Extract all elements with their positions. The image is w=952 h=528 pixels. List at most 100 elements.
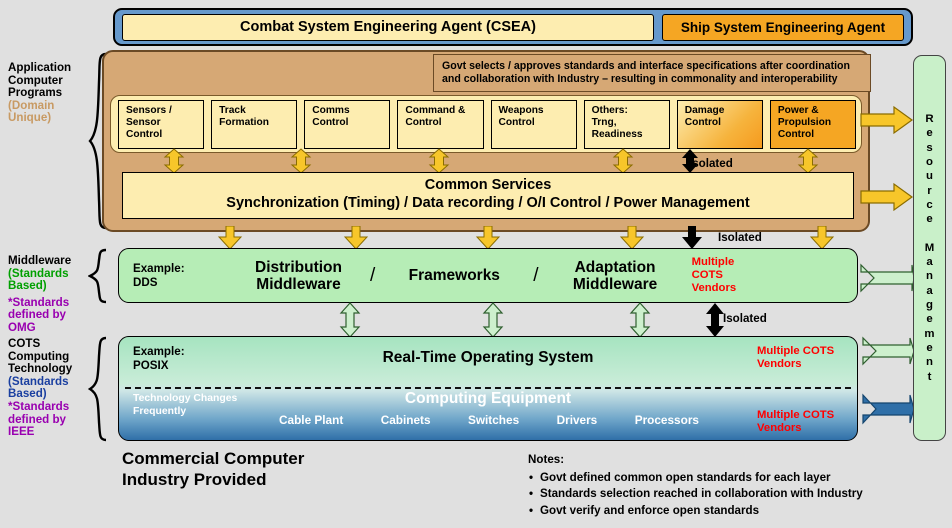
- app-label-note2: Unique): [8, 111, 52, 125]
- middleware-separator-2: /: [533, 264, 539, 286]
- app-to-services-arrows: [118, 148, 856, 174]
- middleware-layer-panel: Example: DDS Distribution Middleware / F…: [118, 248, 858, 303]
- adaptation-middleware: Adaptation Middleware: [543, 259, 688, 293]
- application-box-line: Control: [405, 117, 442, 128]
- computing-equipment-vendors: Multiple COTS Vendors: [757, 409, 849, 435]
- computing-equipment-row: Technology Changes Frequently Computing …: [119, 387, 857, 440]
- rtos-vendors: Multiple COTS Vendors: [757, 345, 849, 371]
- rtos-title: Real-Time Operating System: [382, 349, 594, 366]
- application-box-8[interactable]: Power & Propulsion Control: [769, 100, 856, 149]
- cots-label-std1: *Standards: [8, 399, 70, 413]
- application-box-6[interactable]: Others: Trng, Readiness: [583, 100, 670, 149]
- resource-management-label: Resource Management: [924, 112, 934, 384]
- rm-letter: e: [926, 313, 933, 326]
- ce-vendors-line2: Vendors: [757, 422, 802, 434]
- application-box-4[interactable]: Command & Control: [397, 100, 484, 149]
- rm-letter: R: [925, 113, 934, 126]
- rm-letter: [924, 227, 934, 241]
- rtos-vendors-line1: Multiple COTS: [757, 345, 835, 357]
- mw-label-line1: Middleware: [8, 254, 72, 267]
- ssea-box[interactable]: Ship System Engineering Agent: [662, 13, 904, 41]
- cots-layer-panel: Example: POSIX Real-Time Operating Syste…: [118, 336, 858, 441]
- computing-equipment-item-3: Switches: [467, 413, 520, 427]
- middleware-vendors-line2: COTS: [691, 269, 723, 281]
- caption-line2: Industry Provided: [122, 470, 267, 489]
- govt-note-line2: and collaboration with Industry – result…: [442, 73, 838, 85]
- distribution-middleware-line2: Middleware: [256, 275, 341, 293]
- rm-letter: e: [926, 341, 933, 354]
- cots-label-line3: Technology: [8, 362, 73, 376]
- application-box-line: Sensor: [126, 117, 161, 128]
- application-box-1[interactable]: Sensors / Sensor Control: [118, 100, 205, 149]
- isolated-label-middleware: Isolated: [718, 231, 762, 244]
- common-services-list: Synchronization (Timing) / Data recordin…: [226, 195, 750, 211]
- rm-letter: o: [926, 156, 933, 169]
- computing-equipment-items: Cable Plant Cabinets Switches Drivers Proces…: [279, 413, 699, 427]
- industry-caption: Commercial Computer Industry Provided: [122, 448, 304, 490]
- application-box-5[interactable]: Weapons Control: [490, 100, 577, 149]
- application-box-line: Control: [126, 129, 163, 140]
- computing-equipment-item-2: Cabinets: [380, 413, 431, 427]
- brace-cots: [88, 336, 108, 442]
- middleware-vendors-line1: Multiple: [691, 256, 735, 268]
- computing-equipment-item-5: Processors: [634, 413, 699, 427]
- distribution-middleware-line1: Distribution: [255, 258, 342, 276]
- note-item-1: Govt defined common open standards for e…: [528, 470, 928, 487]
- isolated-label-cots: Isolated: [723, 312, 767, 325]
- brace-middleware: [88, 248, 108, 304]
- sidebar-label-cots: COTS Computing Technology (Standards Bas…: [8, 337, 94, 439]
- govt-standards-note: Govt selects / approves standards and in…: [433, 54, 871, 92]
- distribution-middleware: Distribution Middleware: [231, 259, 366, 293]
- app-label-line1: Application: [8, 61, 72, 74]
- application-box-line: Comms: [312, 105, 350, 116]
- application-box-line: Command &: [405, 105, 466, 116]
- application-box-line: Damage: [684, 105, 725, 116]
- adaptation-middleware-line2: Middleware: [572, 275, 658, 293]
- rm-letter: r: [927, 184, 932, 197]
- middleware-example-line1: Example:: [133, 262, 185, 275]
- mw-label-note2: Based): [8, 279, 47, 293]
- rm-letter: n: [926, 270, 933, 283]
- rm-letter: e: [926, 127, 933, 140]
- resource-management-column: Resource Management: [913, 55, 946, 441]
- rm-letter: g: [926, 299, 933, 312]
- rm-letter: a: [926, 284, 933, 297]
- sidebar-label-middleware: Middleware (Standards Based) *Standards …: [8, 254, 94, 335]
- resource-management-connectors: [860, 100, 915, 440]
- frameworks: Frameworks: [408, 267, 500, 284]
- application-box-line: Control: [777, 129, 815, 140]
- adaptation-middleware-line1: Adaptation: [574, 258, 656, 276]
- application-box-line: Formation: [219, 117, 269, 128]
- caption-line1: Commercial Computer: [122, 449, 305, 468]
- rm-letter: u: [926, 170, 933, 183]
- application-box-line: Power &: [777, 105, 819, 116]
- rm-letter: m: [924, 327, 935, 340]
- cots-label-line1: COTS: [8, 337, 41, 350]
- rtos-row: Example: POSIX Real-Time Operating Syste…: [119, 337, 857, 387]
- app-label-line3: Programs: [8, 86, 63, 100]
- application-box-line: Propulsion: [777, 117, 832, 128]
- application-box-7[interactable]: Damage Control: [676, 100, 763, 149]
- middleware-example: Example: DDS: [119, 262, 231, 289]
- rm-letter: e: [926, 213, 933, 226]
- govt-note-line1: Govt selects / approves standards and in…: [442, 60, 850, 72]
- ce-vendors-line1: Multiple COTS: [757, 409, 835, 421]
- common-services-box: Common Services Synchronization (Timing)…: [122, 172, 854, 219]
- notes-list: Govt defined common open standards for e…: [528, 470, 928, 520]
- isolated-label-application: Isolated: [689, 157, 733, 170]
- computing-equipment-item-1: Cable Plant: [279, 413, 344, 427]
- application-box-line: Track: [219, 105, 246, 116]
- csea-box[interactable]: Combat System Engineering Agent (CSEA): [122, 13, 654, 41]
- application-program-boxes: Sensors / Sensor Control Track Formation Comm…: [118, 100, 856, 149]
- mw-label-std3: OMG: [8, 320, 36, 334]
- notes-title: Notes:: [528, 453, 565, 466]
- middleware-vendors-line3: Vendors: [691, 282, 737, 294]
- middleware-vendors: Multiple COTS Vendors: [688, 256, 772, 295]
- common-services-title: Common Services: [424, 177, 552, 193]
- rm-letter: c: [926, 198, 933, 211]
- application-box-line: Readiness: [591, 129, 643, 140]
- notes-block: Notes: Govt defined common open standard…: [528, 452, 928, 519]
- rtos-vendors-line2: Vendors: [757, 358, 802, 370]
- application-box-2[interactable]: Track Formation: [211, 100, 298, 149]
- application-box-3[interactable]: Comms Control: [304, 100, 391, 149]
